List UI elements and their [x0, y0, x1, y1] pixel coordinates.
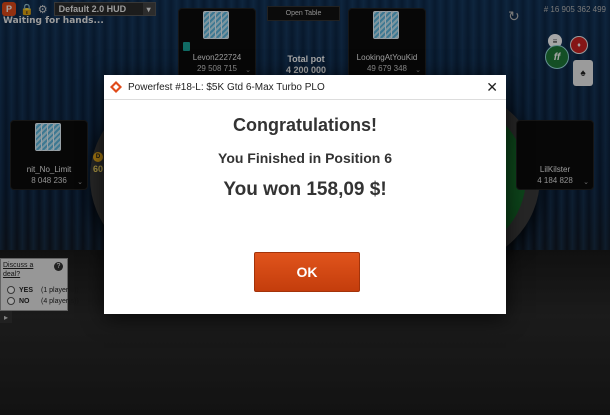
dialog-heading: Congratulations! — [233, 115, 377, 135]
app-logo-icon — [110, 81, 122, 93]
ok-button[interactable]: OK — [254, 252, 360, 292]
close-icon[interactable]: ✕ — [486, 80, 498, 94]
finish-position-text: You Finished in Position 6 — [218, 150, 392, 166]
tournament-result-dialog: Powerfest #18-L: $5K Gtd 6-Max Turbo PLO… — [104, 75, 506, 314]
dialog-title: Powerfest #18-L: $5K Gtd 6-Max Turbo PLO — [128, 81, 325, 93]
winnings-text: You won 158,09 $! — [223, 179, 387, 200]
dialog-titlebar: Powerfest #18-L: $5K Gtd 6-Max Turbo PLO… — [104, 75, 506, 100]
